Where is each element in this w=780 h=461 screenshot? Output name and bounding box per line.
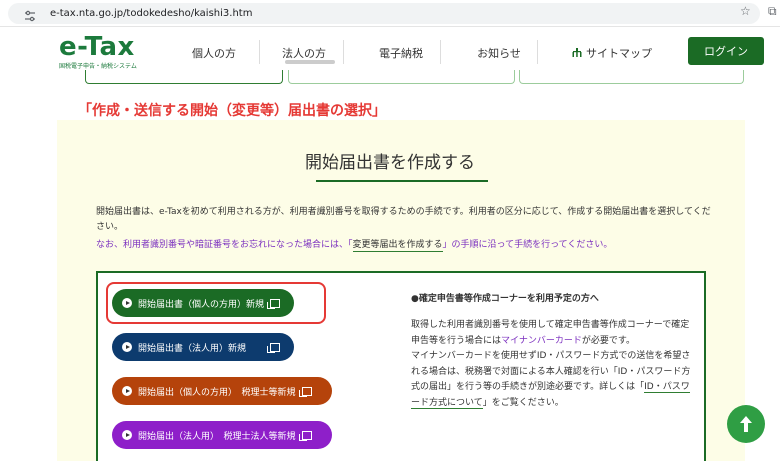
star-icon[interactable]: ☆ xyxy=(740,4,751,18)
heading-underline xyxy=(316,180,488,182)
play-icon xyxy=(122,298,132,308)
logo-main-text: e-Tax xyxy=(59,32,135,62)
nav-label: 個人の方 xyxy=(192,47,236,60)
url-text[interactable]: e-tax.nta.go.jp/todokedesho/kaishi3.htm xyxy=(50,8,252,19)
info-body: 取得した利用者識別番号を使用して確定申告書等作成コーナーで確定申告等を行う場合に… xyxy=(411,318,696,411)
info-text: が必要です。 xyxy=(581,335,635,346)
info-title: ●確定申告書等作成コーナーを利用予定の方へ xyxy=(411,294,599,304)
individual-new-button[interactable]: 開始届出書（個人の方用）新規 xyxy=(112,289,294,317)
nav-divider xyxy=(343,40,344,64)
etax-logo[interactable]: e-Tax 国税電子申告・納税システム xyxy=(59,34,137,70)
extension-icon[interactable]: ⧉ xyxy=(768,4,777,19)
button-label: 開始届出書（個人の方用）新規 xyxy=(138,299,265,310)
tax-accountant-individual-button[interactable]: 開始届出（個人の方用） 税理士等新規 xyxy=(112,377,332,405)
nav-label: お知らせ xyxy=(477,47,521,60)
page-top-button[interactable] xyxy=(727,405,765,443)
nav-divider xyxy=(537,40,538,64)
browser-toolbar: e-tax.nta.go.jp/todokedesho/kaishi3.htm … xyxy=(0,0,780,27)
nav-label: 法人の方 xyxy=(282,47,326,60)
button-label: 開始届出（個人の方用） 税理士等新規 xyxy=(138,387,296,398)
my-number-card-link[interactable]: マイナンバーカード xyxy=(501,336,582,346)
arrow-up-icon xyxy=(740,416,752,432)
logo-sub-text: 国税電子申告・納税システム xyxy=(59,63,137,70)
info-text: 」をご覧ください。 xyxy=(482,397,564,408)
nav-label: 電子納税 xyxy=(379,47,423,60)
section-title: 「作成・送信する開始（変更等）届出書の選択」 xyxy=(78,103,386,119)
new-window-icon xyxy=(267,298,281,309)
sitemap-icon xyxy=(572,48,582,57)
tab-remnant[interactable] xyxy=(519,70,744,84)
panel-heading: 開始届出書を作成する xyxy=(305,153,475,173)
address-bar[interactable]: e-tax.nta.go.jp/todokedesho/kaishi3.htm xyxy=(8,3,760,24)
tab-remnant[interactable] xyxy=(85,70,283,84)
tax-accountant-corporate-button[interactable]: 開始届出（法人用） 税理士法人等新規 xyxy=(112,421,332,449)
note-prefix: なお、利用者識別番号や暗証番号をお忘れになった場合には、「 xyxy=(96,240,353,250)
description-text: 開始届出書は、e-Taxを初めて利用される方が、利用者識別番号を取得するための手… xyxy=(96,207,711,232)
play-icon xyxy=(122,342,132,352)
note-text: なお、利用者識別番号や暗証番号をお忘れになった場合には、「変更等届出を作成する」… xyxy=(96,237,613,252)
button-label: 開始届出書（法人用）新規 xyxy=(138,343,247,354)
nav-active-indicator xyxy=(285,60,335,64)
change-notification-link[interactable]: 変更等届出を作成する xyxy=(352,240,443,252)
nav-divider xyxy=(440,40,441,64)
tab-remnant[interactable] xyxy=(288,70,515,84)
new-window-icon xyxy=(298,430,312,441)
play-icon xyxy=(122,430,132,440)
login-button[interactable]: ログイン xyxy=(688,37,764,65)
button-label: 開始届出（法人用） 税理士法人等新規 xyxy=(138,431,296,442)
new-window-icon xyxy=(267,342,281,353)
new-window-icon xyxy=(298,386,312,397)
corporate-new-button[interactable]: 開始届出書（法人用）新規 xyxy=(112,333,294,361)
nav-label: サイトマップ xyxy=(586,47,652,60)
play-icon xyxy=(122,386,132,396)
tune-icon[interactable] xyxy=(24,10,36,22)
note-suffix: 」の手順に沿って手続を行ってください。 xyxy=(442,240,613,250)
